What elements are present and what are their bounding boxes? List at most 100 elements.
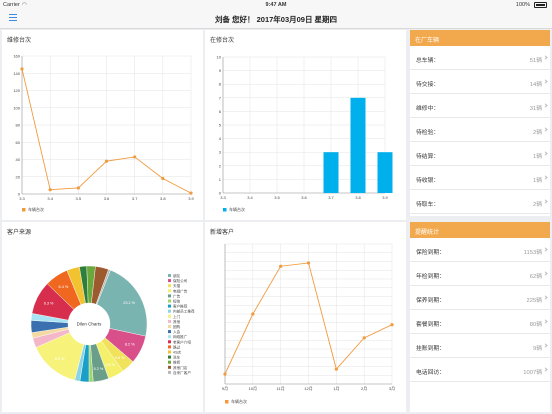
vehicle-stat-row-value: 2辆 [532, 130, 542, 136]
newcust-data-point [334, 367, 338, 371]
chevron-right-icon [543, 55, 548, 60]
reminder-stat-row-label: 套餐到期： [416, 322, 445, 328]
source-legend-label: 其他 [173, 319, 181, 324]
repair-data-point [104, 159, 109, 163]
reminder-stat-row-value: 225辆 [526, 298, 542, 304]
chevron-right-icon [543, 103, 548, 108]
newcust-data-point [279, 264, 283, 268]
source-legend-swatch [168, 355, 171, 359]
inrepair-legend-swatch [223, 208, 227, 212]
repair-data-point [161, 176, 165, 181]
chevron-right-icon [543, 295, 548, 300]
source-legend-swatch [168, 325, 171, 328]
source-legend-swatch [168, 309, 171, 313]
vehicle-stat-row[interactable]: 待取车： 2辆 [410, 190, 550, 214]
source-legend-swatch [168, 314, 171, 318]
repair-ytick: 60 [16, 140, 21, 145]
vehicle-stat-row-value: 14辆 [529, 82, 542, 88]
vehicle-stat-row-value: 1辆 [532, 178, 542, 184]
vehicle-stat-row-value: 31辆 [529, 106, 542, 112]
source-pie-slice-label: 8.3 % [55, 357, 65, 361]
reminder-stats-header: 提醒统计 [410, 222, 550, 238]
vehicle-stat-row-value: 2辆 [532, 202, 542, 208]
repair-ytick: 20 [16, 174, 21, 179]
reminder-stat-row-label: 年检到期： [416, 274, 445, 280]
source-legend-swatch [168, 284, 171, 288]
chevron-right-icon [543, 199, 548, 204]
inrepair-bar [323, 152, 339, 193]
reminder-stat-row-label: 保险到期： [416, 250, 445, 256]
repair-xtick: 3.8 [160, 196, 166, 201]
vehicles-in-shop-panel: 在厂车辆 总车辆： 51辆 待交接： 14辆 维修中： 31辆 待检验： 2辆 待结算： 1辆 待收… [410, 30, 550, 216]
newcust-chart-panel: 新增客户 9月 10月 11月 12月 1月 2月 3月 车辆台次 [205, 222, 406, 412]
source-legend-label: 洗车 [173, 355, 181, 360]
inrepair-ytick: 8 [219, 82, 222, 87]
inrepair-ytick: 1 [219, 177, 222, 182]
chevron-right-icon [543, 343, 548, 348]
reminder-stat-row[interactable]: 电话回访： 1007辆 [410, 358, 550, 382]
vehicle-stat-row[interactable]: 维修中： 31辆 [410, 94, 550, 118]
status-time: 9:47 AM [265, 1, 287, 8]
source-legend-label: 路过 [173, 344, 181, 349]
source-legend-label: 上门 [173, 314, 181, 319]
reminder-stat-row[interactable]: 年检到期： 62辆 [410, 262, 550, 286]
newcust-xtick: 9月 [222, 386, 228, 391]
source-legend-label: 短信 [173, 299, 181, 304]
repair-xtick: 3.5 [76, 196, 82, 201]
source-pie-slice-label: 5.2 % [94, 367, 104, 371]
source-legend-swatch [168, 340, 171, 344]
source-legend-label: 内部员工推荐 [173, 309, 195, 314]
source-legend-label: 老客户介绍 [173, 339, 191, 344]
source-legend-label: 客户推荐 [173, 304, 188, 309]
source-legend-label: 自来厂客户 [173, 370, 191, 375]
reminder-stat-row[interactable]: 保险到期： 1153辆 [410, 238, 550, 262]
vehicle-stat-row[interactable]: 待结算： 1辆 [410, 142, 550, 166]
vehicle-stat-row-label: 待结算： [416, 154, 440, 160]
vehicle-stat-row-label: 总车辆： [416, 58, 440, 64]
vehicle-stat-row[interactable]: 待检验： 2辆 [410, 118, 550, 142]
source-legend-swatch [168, 294, 171, 298]
source-legend-swatch [168, 289, 171, 293]
battery-label: 100% [515, 1, 530, 8]
source-pie-slice-label: 8.2 % [125, 343, 135, 347]
vehicle-stat-row[interactable]: 总车辆： 51辆 [410, 46, 550, 70]
source-legend-label: 维修 [173, 360, 181, 365]
reminder-stat-row-value: 62辆 [529, 274, 542, 280]
reminder-stat-row-label: 保养到期： [416, 298, 445, 304]
repair-legend-swatch [22, 208, 26, 212]
source-legend-swatch [168, 330, 171, 334]
vehicle-stat-row-label: 待检验： [416, 130, 440, 136]
inrepair-xtick: 3.5 [274, 195, 280, 200]
newcust-xtick: 1月 [333, 386, 339, 391]
inrepair-xtick: 3.8 [355, 195, 361, 200]
newcust-data-point [306, 261, 311, 265]
repair-data-point [133, 155, 137, 159]
reminder-stats-panel: 提醒统计 保险到期： 1153辆年检到期： 62辆保养到期： 225辆套餐到期： 80辆… [410, 222, 550, 412]
vehicle-stat-row[interactable]: 待交接： 14辆 [410, 70, 550, 94]
newcust-data-point [362, 336, 366, 340]
source-legend-swatch [168, 365, 171, 369]
reminder-stat-row[interactable]: 保养到期： 225辆 [410, 286, 550, 310]
vehicle-stat-row[interactable]: 待收银： 1辆 [410, 166, 550, 190]
inrepair-legend-label: 车辆台次 [229, 206, 245, 212]
inrepair-ytick: 9 [219, 68, 222, 73]
inrepair-ytick: 4 [219, 136, 222, 141]
inrepair-chart-panel: 在修台次 0 1 2 3 4 5 6 7 8 9 10 3.3 3.4 3.5 3.6 3.7 3.8 3.9 车辆… [205, 30, 406, 220]
source-legend-swatch [168, 304, 171, 308]
newcust-xtick: 10月 [249, 386, 257, 391]
source-legend-swatch [168, 299, 171, 303]
reminder-stat-row[interactable]: 套餐到期： 80辆 [410, 310, 550, 334]
repair-line-chart: 0204060801001201401603.3 3.4 3.5 3.6 3.7 3.8 3… [13, 54, 194, 213]
source-legend-swatch [168, 360, 171, 364]
inrepair-bar [377, 152, 393, 193]
reminder-stat-row-value: 9辆 [532, 346, 542, 352]
source-pie-slice-label: 23.1 % [123, 301, 135, 305]
repair-ytick: 40 [16, 157, 21, 162]
reminder-stat-row[interactable]: 挂账到期： 9辆 [410, 334, 550, 358]
repair-legend-label: 车辆台次 [28, 206, 44, 212]
repair-ytick: 120 [13, 88, 20, 93]
source-legend-label: 朋友 [173, 273, 181, 278]
source-legend-label: 其他门店 [173, 365, 188, 370]
newcust-data-point [251, 312, 255, 316]
repair-xtick: 3.9 [188, 196, 194, 201]
